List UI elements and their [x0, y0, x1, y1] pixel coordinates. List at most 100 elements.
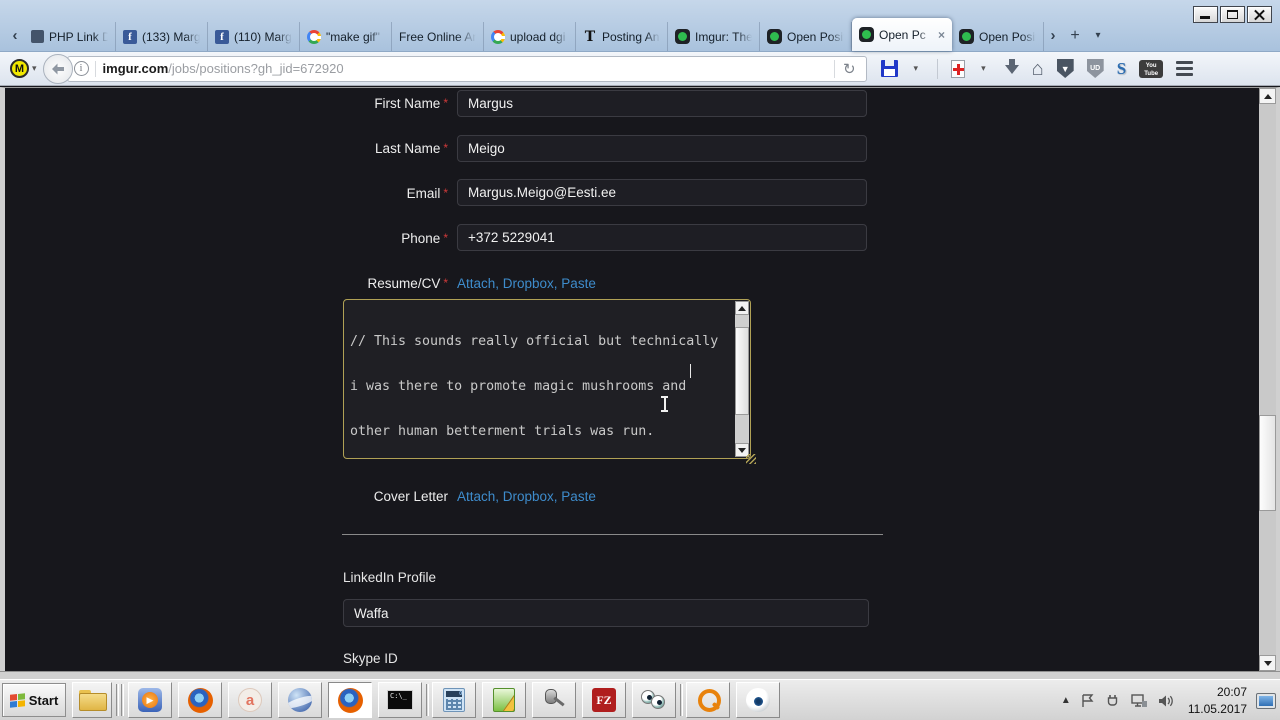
taskbar-item-explorer[interactable]: [72, 682, 112, 718]
tab-open-positions-1[interactable]: Open Posit: [760, 22, 852, 51]
scroll-tabs-right-button[interactable]: ›: [1044, 20, 1062, 51]
toolbar-icons: ▾ ▾ ⌂ ▼ UD S You Tube: [880, 57, 1194, 81]
greenhouse-icon: [859, 27, 874, 42]
greenhouse-icon: [959, 29, 974, 44]
cover-letter-label: Cover Letter: [373, 489, 448, 504]
scroll-up-icon[interactable]: [1259, 88, 1276, 104]
start-button[interactable]: Start: [2, 683, 66, 717]
close-tab-icon[interactable]: ×: [936, 28, 945, 42]
cover-letter-attach-links[interactable]: Attach, Dropbox, Paste: [457, 489, 596, 504]
folder-icon: [79, 690, 107, 711]
mouse-ibeam-cursor: [660, 396, 669, 412]
show-desktop-monitor-icon[interactable]: [1256, 692, 1276, 709]
last-name-field[interactable]: [457, 135, 867, 162]
save-dropdown-icon[interactable]: ▾: [914, 63, 919, 74]
taskbar-item-media-player[interactable]: ▶: [128, 682, 172, 718]
first-name-field[interactable]: [457, 90, 867, 117]
seamonkey-icon: [288, 688, 312, 712]
taskbar-item-notepadpp[interactable]: [482, 682, 526, 718]
last-name-label: Last Name *: [375, 141, 448, 156]
taskbar-item-binoculars[interactable]: [632, 682, 676, 718]
taskbar-item-calculator[interactable]: 0: [432, 682, 476, 718]
phone-label: Phone *: [401, 231, 448, 246]
taskbar-item-a-app[interactable]: a: [228, 682, 272, 718]
taskbar-item-eyeball-app[interactable]: [736, 682, 780, 718]
power-plug-icon[interactable]: [1105, 693, 1121, 709]
new-tab-button[interactable]: +: [1062, 20, 1088, 51]
scrollbar-thumb[interactable]: [735, 327, 749, 415]
resume-attach-links[interactable]: Attach, Dropbox, Paste: [457, 276, 596, 291]
calculator-icon: 0: [443, 688, 465, 712]
google-icon: [491, 29, 505, 44]
taskbar-item-command-prompt[interactable]: C:\_: [378, 682, 422, 718]
save-page-icon[interactable]: [880, 60, 898, 77]
textarea-scrollbar[interactable]: [735, 301, 749, 457]
youtube-icon[interactable]: You Tube: [1139, 59, 1164, 78]
a-app-icon: a: [238, 688, 262, 712]
taskbar-item-seamonkey[interactable]: [278, 682, 322, 718]
tab-strip: ‹ PHP Link D f (133) Marg f (110) Marg "…: [6, 18, 1108, 51]
resize-grip[interactable]: [746, 454, 756, 464]
reload-icon[interactable]: ↻: [833, 59, 860, 78]
scroll-tabs-left-button[interactable]: ‹: [6, 20, 24, 51]
url-domain: imgur.com: [102, 61, 169, 76]
extension-m-icon[interactable]: M: [10, 59, 29, 78]
s-extension-icon[interactable]: S: [1117, 59, 1126, 79]
minimize-button[interactable]: [1193, 6, 1218, 23]
clock-date: 11.05.2017: [1187, 701, 1247, 716]
windows-logo-icon: [9, 692, 25, 708]
tab-php-link[interactable]: PHP Link D: [24, 22, 116, 51]
tab-open-positions-active[interactable]: Open Pc ×: [852, 18, 952, 51]
tab-imgur[interactable]: Imgur: The: [668, 22, 760, 51]
url-bar[interactable]: i imgur.com /jobs/positions?gh_jid=67292…: [66, 55, 867, 82]
tab-posting-an[interactable]: T Posting An: [576, 22, 668, 51]
navigation-toolbar: M ▾ i imgur.com /jobs/positions?gh_jid=6…: [0, 52, 1280, 86]
volume-icon[interactable]: [1157, 693, 1175, 709]
php-site-icon: [31, 30, 44, 43]
resume-textarea[interactable]: // This sounds really official but techn…: [343, 299, 756, 464]
window-controls: [1193, 6, 1272, 23]
add-page-dropdown-icon[interactable]: ▾: [981, 63, 986, 74]
shield-check-icon[interactable]: ▼: [1056, 59, 1074, 78]
taskbar-clock[interactable]: 20:07 11.05.2017: [1188, 684, 1247, 716]
eyeball-icon: [746, 688, 770, 712]
ud-shield-icon[interactable]: UD: [1086, 59, 1104, 78]
scroll-up-icon[interactable]: [735, 301, 749, 315]
maximize-button[interactable]: [1220, 6, 1245, 23]
taskbar-item-firefox-active[interactable]: [328, 682, 372, 718]
email-field[interactable]: [457, 179, 867, 206]
phone-field[interactable]: [457, 224, 867, 251]
downloads-icon[interactable]: [1004, 58, 1019, 81]
linkedin-field[interactable]: [343, 599, 869, 627]
network-icon[interactable]: [1130, 693, 1148, 709]
microphone-icon: [542, 688, 566, 712]
eyes-icon: [641, 690, 667, 710]
add-page-icon[interactable]: [951, 59, 966, 78]
tab-make-gif[interactable]: "make gif": [300, 22, 392, 51]
scrollbar-thumb[interactable]: [1259, 415, 1276, 511]
back-button[interactable]: [42, 53, 73, 84]
extension-dropdown-icon[interactable]: ▾: [32, 63, 37, 74]
site-info-icon[interactable]: i: [73, 61, 89, 76]
browser-scrollbar[interactable]: [1259, 88, 1276, 671]
taskbar: Start ▶ a C:\_ 0 FZ ▲ 20:07 11.05.2017: [0, 679, 1280, 720]
tab-facebook-110[interactable]: f (110) Marg: [208, 22, 300, 51]
scroll-down-icon[interactable]: [1259, 655, 1276, 671]
tab-upload-dgi[interactable]: upload dgi: [484, 22, 576, 51]
taskbar-item-sound-recorder[interactable]: [532, 682, 576, 718]
taskbar-item-firefox-1[interactable]: [178, 682, 222, 718]
menu-icon[interactable]: [1176, 61, 1194, 76]
taskbar-item-filezilla[interactable]: FZ: [582, 682, 626, 718]
magnifier-icon: [696, 688, 721, 712]
list-all-tabs-button[interactable]: ▾: [1088, 20, 1108, 51]
tray-expand-icon[interactable]: ▲: [1061, 695, 1071, 706]
taskbar-item-search-tool[interactable]: [686, 682, 730, 718]
close-button[interactable]: [1247, 6, 1272, 23]
greenhouse-icon: [767, 29, 782, 44]
back-arrow-icon: [51, 63, 64, 74]
home-icon[interactable]: ⌂: [1032, 59, 1044, 79]
tab-free-online-ani[interactable]: Free Online An: [392, 22, 484, 51]
tab-open-positions-2[interactable]: Open Posit: [952, 22, 1044, 51]
action-center-flag-icon[interactable]: [1080, 693, 1096, 709]
tab-facebook-133[interactable]: f (133) Marg: [116, 22, 208, 51]
